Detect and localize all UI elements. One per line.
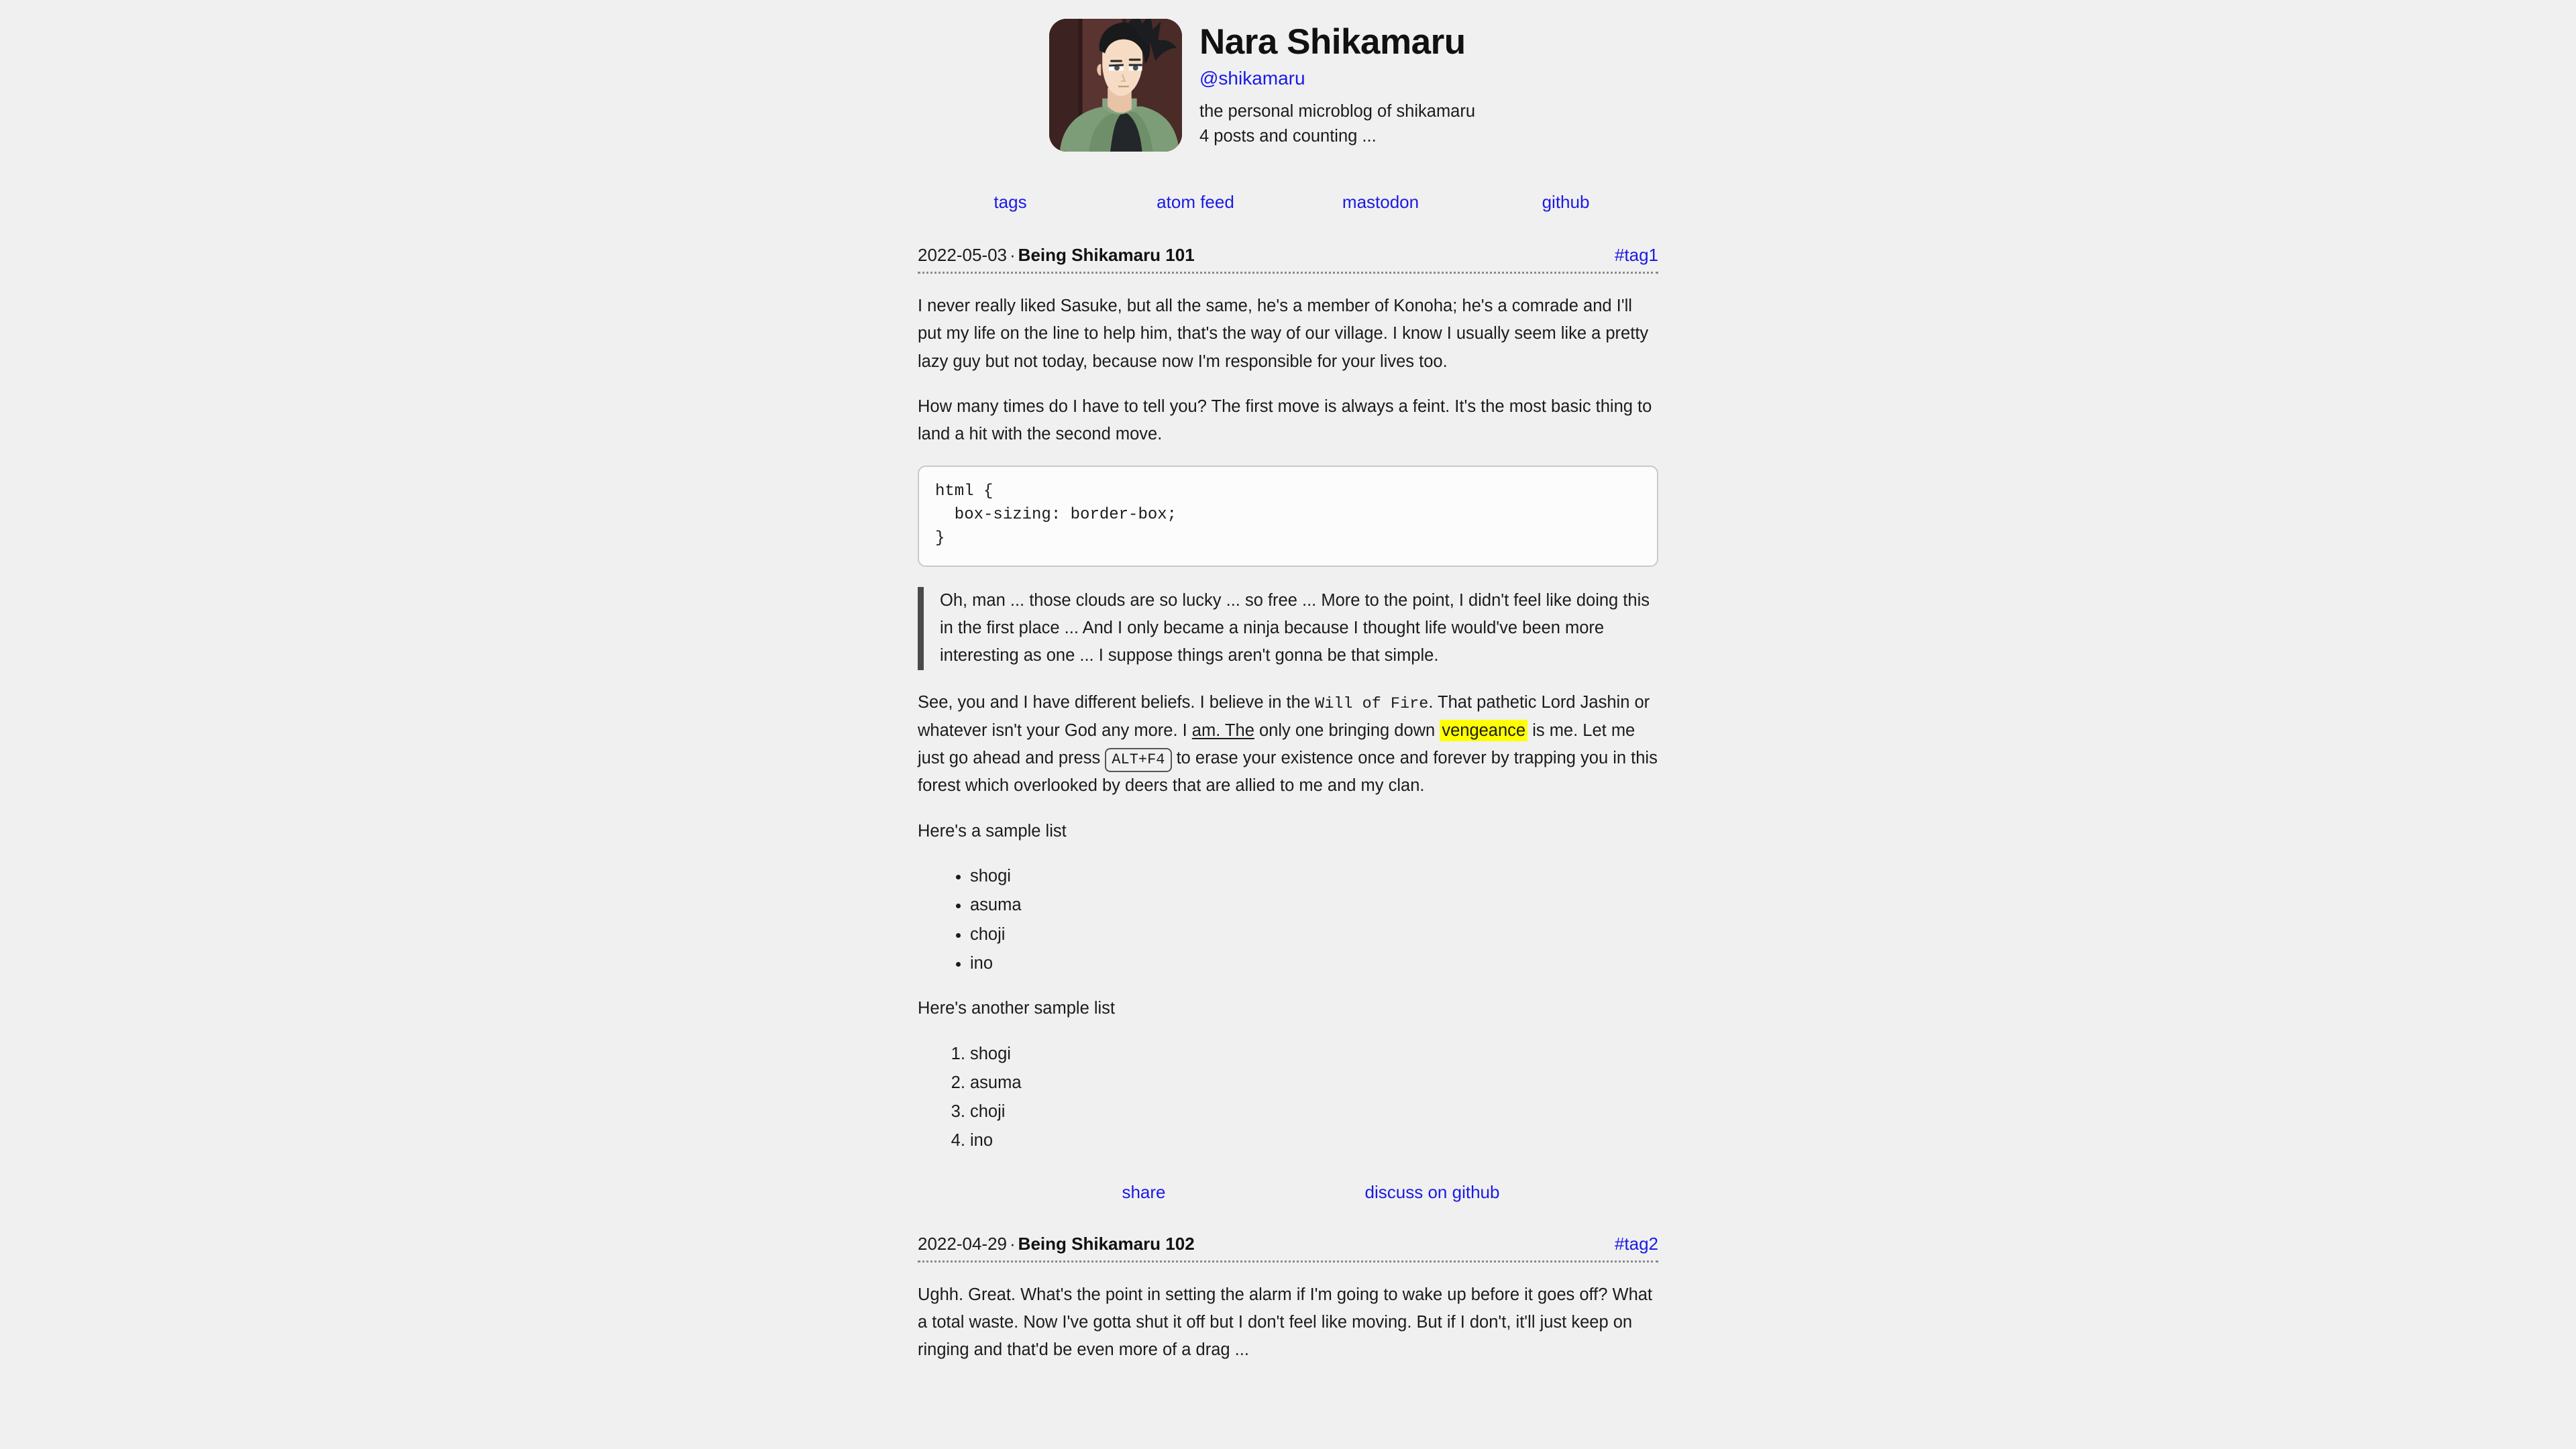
avatar-image <box>1049 19 1182 152</box>
code-block: html { box-sizing: border-box; } <box>918 466 1658 567</box>
nav-link-atom-feed[interactable]: atom feed <box>1103 192 1288 213</box>
post-paragraph: How many times do I have to tell you? Th… <box>918 396 1652 444</box>
list-item: choji <box>970 921 1658 949</box>
post-discuss-link[interactable]: discuss on github <box>1288 1182 1576 1203</box>
list-item: choji <box>970 1098 1658 1126</box>
underlined-text: am. The <box>1191 720 1254 740</box>
profile-text: Nara Shikamaru @shikamaru the personal m… <box>1199 19 1475 149</box>
post-title: Being Shikamaru 102 <box>1018 1233 1195 1254</box>
keyboard-key: ALT+F4 <box>1105 748 1172 773</box>
list-item: asuma <box>970 1069 1658 1097</box>
list-item: shogi <box>970 1040 1658 1068</box>
profile-handle-link[interactable]: @shikamaru <box>1199 67 1475 90</box>
nav-link-tags[interactable]: tags <box>918 192 1103 213</box>
ordered-list: shogi asuma choji ino <box>918 1040 1658 1155</box>
post-header-left: 2022-05-03 · Being Shikamaru 101 <box>918 245 1195 266</box>
profile-post-count: 4 posts and counting ... <box>1199 126 1377 146</box>
post-tag-link[interactable]: #tag2 <box>1615 1234 1658 1254</box>
post-body: I never really liked Sasuke, but all the… <box>918 292 1658 1155</box>
rich-text-part: only one bringing down <box>1254 720 1440 740</box>
page-root: Nara Shikamaru @shikamaru the personal m… <box>0 0 2576 1449</box>
blockquote: Oh, man ... those clouds are so lucky ..… <box>918 586 1658 670</box>
inline-code: Will of Fire <box>1315 694 1429 713</box>
list-item: ino <box>970 950 1658 977</box>
post-header-left: 2022-04-29 · Being Shikamaru 102 <box>918 1234 1195 1254</box>
post-body: Ughh. Great. What's the point in setting… <box>918 1281 1658 1364</box>
rich-text-part: See, you and I have different beliefs. I… <box>918 692 1316 712</box>
blockquote-text: Oh, man ... those clouds are so lucky ..… <box>940 590 1650 665</box>
post-title: Being Shikamaru 101 <box>1018 245 1195 265</box>
post-separator: · <box>1010 245 1016 265</box>
list-item: asuma <box>970 892 1658 919</box>
main-navigation: tags atom feed mastodon github <box>918 192 1658 213</box>
post-item: 2022-04-29 · Being Shikamaru 102 #tag2 Ugh… <box>918 1234 1658 1364</box>
post-header: 2022-04-29 · Being Shikamaru 102 #tag2 <box>918 1234 1658 1263</box>
nav-link-github[interactable]: github <box>1473 192 1658 213</box>
list-intro: Here's another sample list <box>918 999 1115 1018</box>
post-date: 2022-04-29 <box>918 1233 1007 1254</box>
highlighted-text: vengeance <box>1440 719 1528 741</box>
list-item: ino <box>970 1127 1658 1155</box>
post-paragraph: Ughh. Great. What's the point in setting… <box>918 1285 1653 1360</box>
list-intro: Here's a sample list <box>918 821 1067 841</box>
post-paragraph: I never really liked Sasuke, but all the… <box>918 297 1649 371</box>
post-share-link[interactable]: share <box>1000 1182 1288 1203</box>
post-date: 2022-05-03 <box>918 245 1007 265</box>
page-title: Nara Shikamaru <box>1199 22 1466 62</box>
nav-link-mastodon[interactable]: mastodon <box>1288 192 1473 213</box>
profile-tagline: the personal microblog of shikamaru <box>1199 101 1476 121</box>
post-footer: share discuss on github <box>918 1182 1658 1203</box>
avatar <box>1049 19 1182 152</box>
unordered-list: shogi asuma choji ino <box>918 863 1658 977</box>
post-separator: · <box>1010 1233 1016 1254</box>
post-tag-link[interactable]: #tag1 <box>1615 245 1658 266</box>
post-item: 2022-05-03 · Being Shikamaru 101 #tag1 I n… <box>918 245 1658 1203</box>
profile-header: Nara Shikamaru @shikamaru the personal m… <box>918 19 1658 152</box>
list-item: shogi <box>970 863 1658 890</box>
post-header: 2022-05-03 · Being Shikamaru 101 #tag1 <box>918 245 1658 274</box>
post-rich-paragraph: See, you and I have different beliefs. I… <box>918 689 1658 800</box>
content-container: Nara Shikamaru @shikamaru the personal m… <box>918 19 1658 1364</box>
